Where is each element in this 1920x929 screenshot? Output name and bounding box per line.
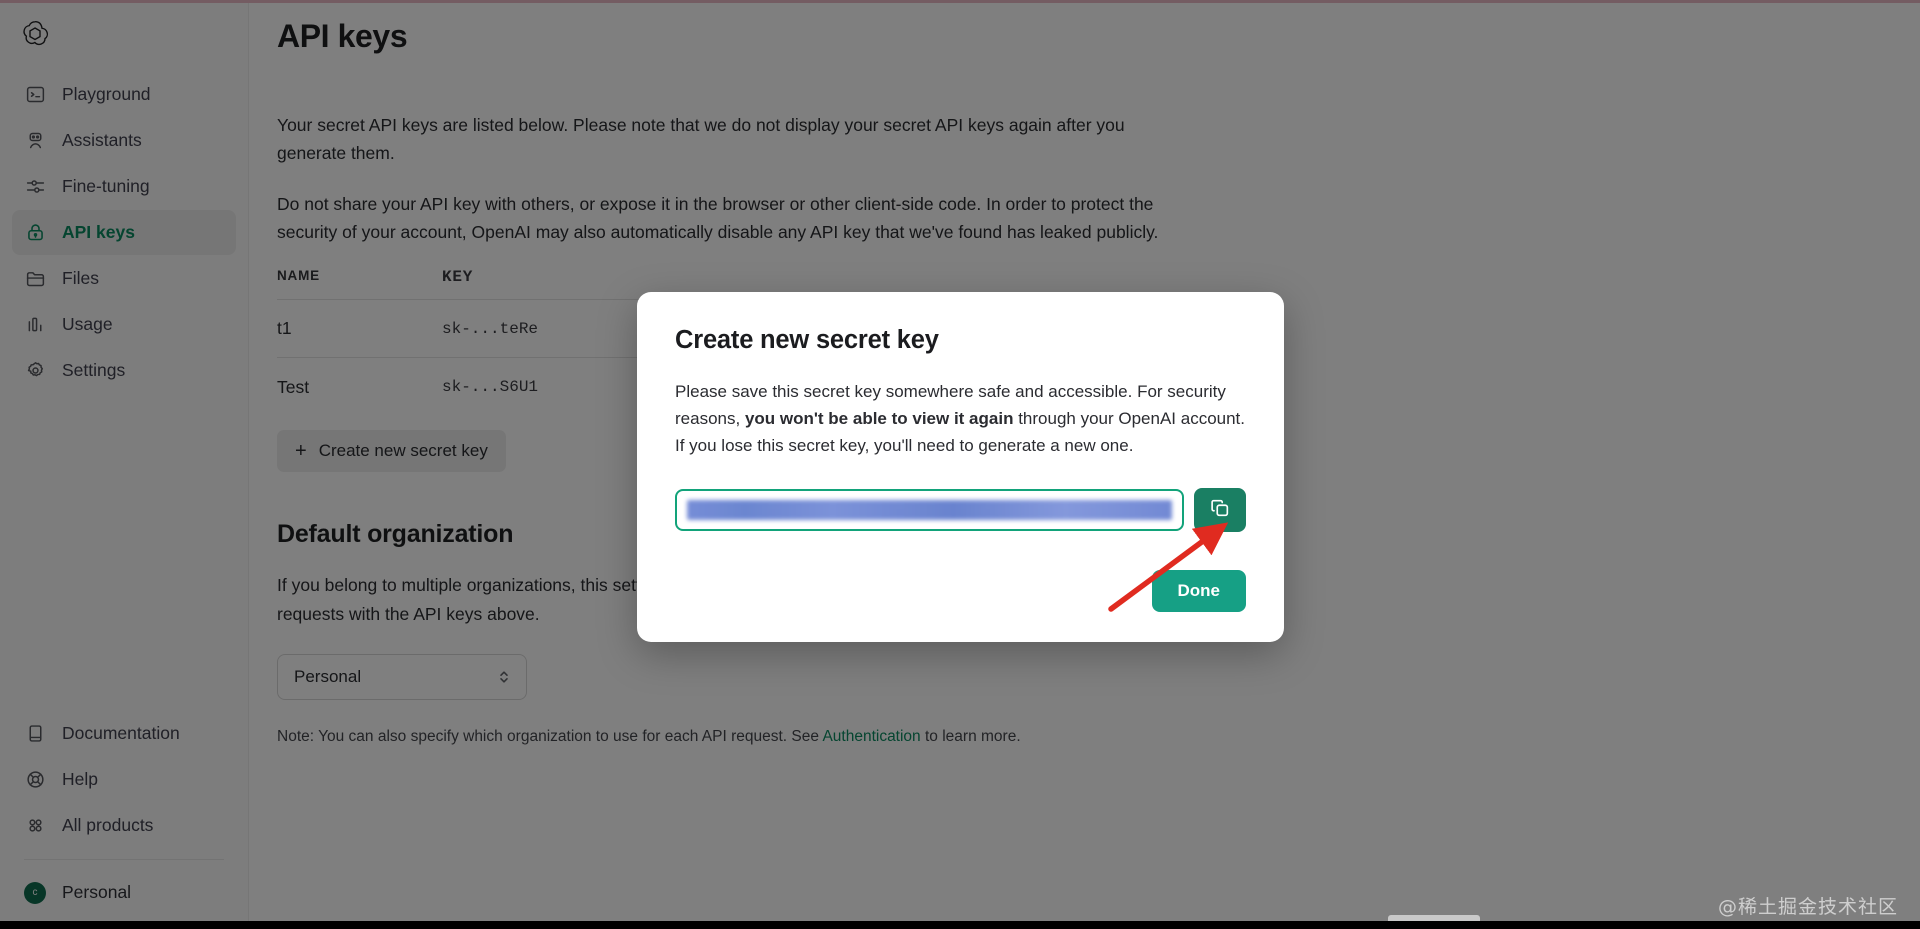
done-button[interactable]: Done — [1151, 569, 1246, 612]
secret-key-value-redacted — [687, 499, 1172, 520]
secret-key-input[interactable] — [675, 488, 1184, 531]
watermark: @稀土掘金技术社区 — [1717, 896, 1898, 918]
modal-title: Create new secret key — [675, 326, 939, 354]
copy-key-button[interactable] — [1194, 487, 1246, 532]
modal-footer: Done — [675, 569, 1246, 612]
copy-icon — [1209, 497, 1231, 522]
secret-key-row — [675, 487, 1246, 532]
taskbar-tab — [1388, 915, 1480, 921]
bottom-strip — [0, 921, 1920, 929]
create-secret-key-modal: Create new secret key Please save this s… — [637, 292, 1284, 642]
modal-body-emphasis: you won't be able to view it again — [744, 408, 1014, 428]
modal-body-text: Please save this secret key somewhere sa… — [675, 379, 1246, 460]
